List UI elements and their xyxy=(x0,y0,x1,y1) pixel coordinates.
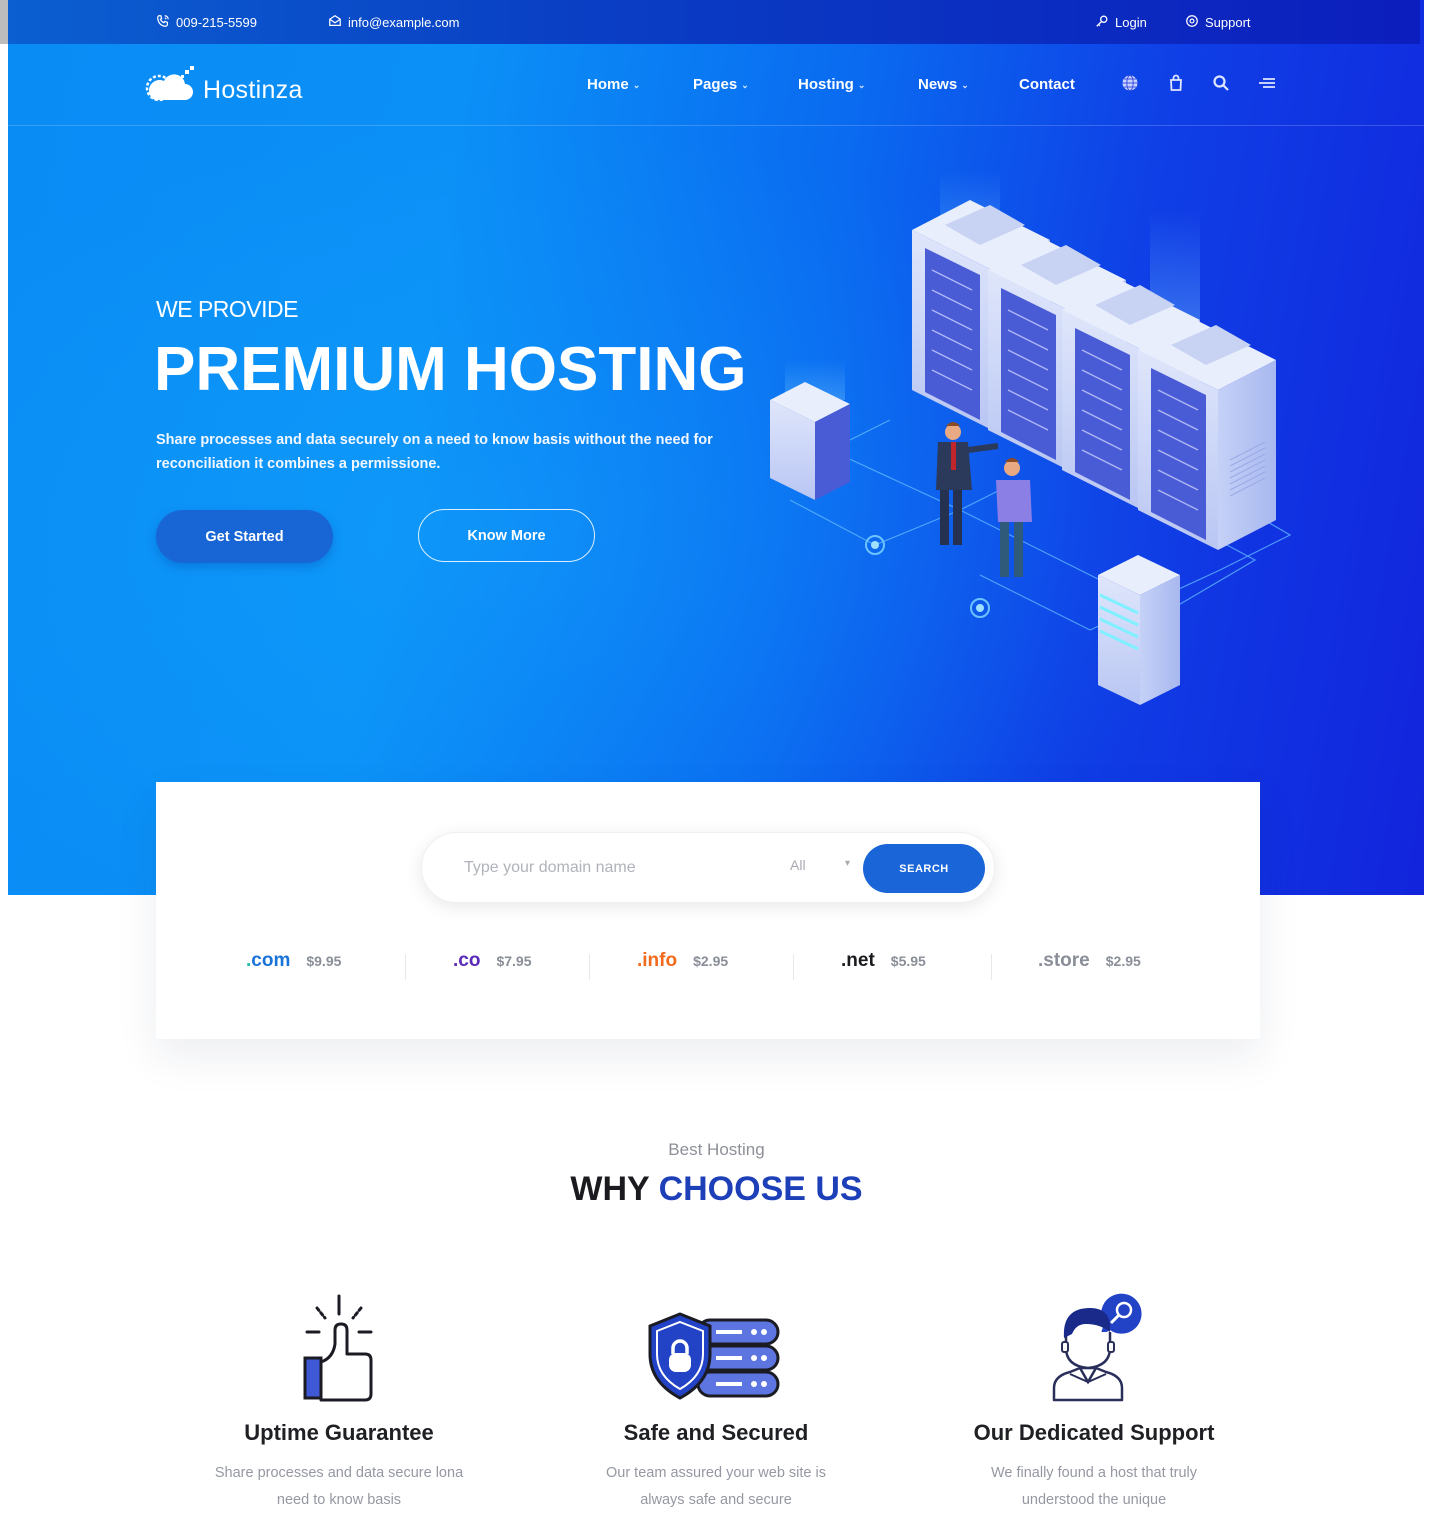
main-navbar: Hostinza Home ⌄ Pages ⌄ Hosting ⌄ News ⌄… xyxy=(8,44,1424,126)
domain-search-card: All ▾ SEARCH .com $9.95 .co $7.95 .info … xyxy=(156,782,1260,1039)
top-bar: 009-215-5599 info@example.com Login Supp… xyxy=(8,0,1420,44)
nav-pages-label: Pages xyxy=(693,76,738,93)
tld-item[interactable]: .store $2.95 xyxy=(1038,950,1141,972)
shield-lock-server-icon xyxy=(536,1282,896,1402)
hero-kicker: WE PROVIDE xyxy=(156,296,298,322)
feature-card: Our Dedicated Support We finally found a… xyxy=(914,1282,1274,1514)
server-room-illustration xyxy=(760,170,1320,730)
lifebuoy-icon xyxy=(1185,14,1199,31)
tld-item[interactable]: .info $2.95 xyxy=(637,950,728,972)
nav-contact-label: Contact xyxy=(1019,76,1075,93)
chevron-down-icon: ⌄ xyxy=(857,80,866,90)
brand-name: Hostinza xyxy=(203,76,303,104)
tld-item[interactable]: .co $7.95 xyxy=(453,950,532,972)
hero-title: PREMIUM HOSTING xyxy=(154,335,747,404)
divider xyxy=(991,954,992,980)
tld-price: $9.95 xyxy=(306,953,342,969)
feature-description-line: Our team assured your web site is xyxy=(605,1465,826,1481)
server-rack xyxy=(1138,320,1276,550)
hero-description: Share processes and data securely on a n… xyxy=(156,432,713,472)
shopping-bag-icon[interactable] xyxy=(1166,73,1188,95)
menu-icon[interactable] xyxy=(1257,73,1279,95)
section-title-accent: CHOOSE US xyxy=(658,1170,863,1208)
topbar-phone[interactable]: 009-215-5599 xyxy=(156,14,257,31)
key-icon xyxy=(1095,14,1109,31)
tld-item[interactable]: .com $9.95 xyxy=(246,950,341,972)
feature-title: Safe and Secured xyxy=(623,1420,809,1445)
section-kicker: Best Hosting xyxy=(668,1140,765,1159)
globe-icon[interactable] xyxy=(1120,73,1142,95)
tld-price: $7.95 xyxy=(496,953,532,969)
phone-number: 009-215-5599 xyxy=(176,15,257,30)
tld-name: .info xyxy=(637,950,678,971)
domain-search-form: All ▾ SEARCH xyxy=(421,832,995,903)
tld-select[interactable]: All xyxy=(790,857,806,873)
feature-description: Share processes and data secure lona nee… xyxy=(159,1460,519,1514)
left-edge-strip xyxy=(0,0,8,44)
nav-news[interactable]: News ⌄ xyxy=(918,76,969,93)
thumbs-up-icon xyxy=(159,1282,519,1402)
chevron-down-icon: ⌄ xyxy=(632,80,641,90)
login-link[interactable]: Login xyxy=(1095,14,1147,31)
support-agent-icon xyxy=(914,1282,1274,1402)
tld-name-text: com xyxy=(251,950,291,971)
support-label: Support xyxy=(1205,15,1251,30)
feature-description: Our team assured your web site is always… xyxy=(536,1460,896,1514)
nav-hosting[interactable]: Hosting ⌄ xyxy=(798,76,865,93)
chevron-down-icon: ⌄ xyxy=(961,80,969,90)
tld-item[interactable]: .net $5.95 xyxy=(841,950,926,972)
topbar-email[interactable]: info@example.com xyxy=(328,14,459,31)
feature-description-line: Share processes and data secure lona xyxy=(214,1465,464,1481)
feature-description: We finally found a host that truly under… xyxy=(914,1460,1274,1514)
feature-description-line: We finally found a host that truly xyxy=(990,1465,1198,1481)
nav-contact[interactable]: Contact xyxy=(1019,76,1075,93)
person-figure xyxy=(996,458,1032,577)
tld-name: .store xyxy=(1038,950,1090,971)
feature-description-line: understood the unique xyxy=(1021,1492,1167,1508)
tld-price: $2.95 xyxy=(693,953,729,969)
feature-title: Our Dedicated Support xyxy=(973,1420,1215,1445)
network-node xyxy=(865,535,990,618)
nav-news-label: News xyxy=(918,76,958,93)
email-address: info@example.com xyxy=(348,15,460,30)
get-started-button[interactable]: Get Started xyxy=(156,510,333,563)
nav-home-label: Home xyxy=(587,76,629,93)
login-label: Login xyxy=(1115,15,1147,30)
tld-price: $2.95 xyxy=(1105,953,1141,969)
know-more-button[interactable]: Know More xyxy=(418,509,595,562)
tld-name: .com xyxy=(246,950,291,971)
tld-name: .net xyxy=(841,950,875,971)
divider xyxy=(405,954,406,980)
search-icon[interactable] xyxy=(1211,73,1233,95)
nav-home[interactable]: Home ⌄ xyxy=(587,76,640,93)
person-figure xyxy=(936,422,999,545)
small-server xyxy=(1098,555,1180,705)
chevron-down-icon[interactable]: ▾ xyxy=(845,858,850,869)
feature-title: Uptime Guarantee xyxy=(244,1420,434,1445)
small-server xyxy=(770,382,850,500)
cloud-sun-icon xyxy=(141,64,197,113)
divider xyxy=(793,954,794,980)
tld-name: .co xyxy=(453,950,481,971)
support-link[interactable]: Support xyxy=(1185,14,1251,31)
tld-price-list: .com $9.95 .co $7.95 .info $2.95 .net $5… xyxy=(156,950,1260,984)
section-title: WHY CHOOSE US xyxy=(0,1170,1433,1209)
phone-icon xyxy=(156,14,170,31)
envelope-icon xyxy=(328,14,342,31)
nav-hosting-label: Hosting xyxy=(798,76,854,93)
brand-logo[interactable]: Hostinza xyxy=(141,64,303,113)
feature-description-line: need to know basis xyxy=(276,1492,402,1508)
chevron-down-icon: ⌄ xyxy=(741,80,749,90)
section-title-plain: WHY xyxy=(570,1170,650,1208)
feature-card: Uptime Guarantee Share processes and dat… xyxy=(159,1282,519,1514)
feature-description-line: always safe and secure xyxy=(640,1492,792,1508)
divider xyxy=(589,954,590,980)
nav-pages[interactable]: Pages ⌄ xyxy=(693,76,749,93)
tld-price: $5.95 xyxy=(890,953,926,969)
feature-card: Safe and Secured Our team assured your w… xyxy=(536,1282,896,1514)
search-button[interactable]: SEARCH xyxy=(863,844,985,893)
domain-search-input[interactable] xyxy=(464,855,764,881)
